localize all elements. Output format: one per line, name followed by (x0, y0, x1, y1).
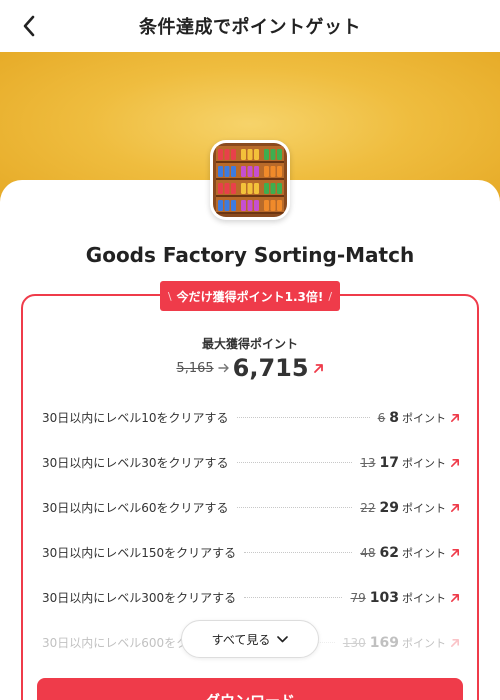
page-title: 条件達成でポイントゲット (139, 17, 361, 38)
task-row: 30日以内にレベル30をクリアする 13 17 ポイント (42, 440, 460, 485)
dotted-leader (236, 462, 353, 463)
task-label: 30日以内にレベル300をクリアする (42, 591, 237, 605)
task-points-unit: ポイント (402, 501, 446, 515)
dotted-leader (236, 507, 353, 508)
task-new-points: 8 (389, 409, 399, 426)
task-new-points: 103 (369, 589, 399, 606)
task-label: 30日以内にレベル30をクリアする (42, 456, 229, 470)
promo-badge: \ 今だけ獲得ポイント1.3倍! / (160, 281, 340, 311)
task-old-points: 48 (360, 545, 376, 560)
task-new-points: 169 (369, 634, 399, 651)
task-row: 30日以内にレベル10をクリアする 6 8 ポイント (42, 395, 460, 440)
header-bar: 条件達成でポイントゲット (0, 0, 500, 52)
task-new-points: 62 (379, 544, 399, 561)
goods-factory-app-icon (210, 140, 290, 220)
arrow-up-right-icon (313, 363, 324, 374)
arrow-up-right-icon (450, 593, 460, 603)
task-old-points: 22 (360, 500, 376, 515)
task-old-points: 79 (350, 590, 366, 605)
task-points-unit: ポイント (402, 456, 446, 470)
promo-deco-right: / (328, 289, 333, 303)
max-points-label: 最大獲得ポイント (201, 337, 298, 351)
arrow-up-right-icon (450, 413, 460, 423)
dotted-leader (244, 552, 353, 553)
task-old-points: 6 (377, 410, 386, 425)
download-label: ダウンロード (205, 690, 295, 700)
see-all-label: すべて見る (211, 632, 271, 647)
download-button[interactable]: ダウンロード (37, 678, 463, 700)
task-old-points: 13 (360, 455, 376, 470)
promo-deco-left: \ (167, 289, 172, 303)
dotted-leader (244, 597, 343, 598)
task-points-unit: ポイント (402, 546, 446, 560)
app-name: Goods Factory Sorting-Match (85, 243, 415, 267)
task-new-points: 17 (379, 454, 399, 471)
task-row: 30日以内にレベル60をクリアする 22 29 ポイント (42, 485, 460, 530)
arrow-up-right-icon (450, 638, 460, 648)
max-points-new: 6,715 (232, 354, 309, 382)
arrow-up-right-icon (450, 503, 460, 513)
max-points-row: 5,165 6,715 (0, 353, 500, 383)
arrow-right-icon (217, 362, 230, 374)
task-label: 30日以内にレベル150をクリアする (42, 546, 237, 560)
task-label: 30日以内にレベル10をクリアする (42, 411, 229, 425)
arrow-up-right-icon (450, 458, 460, 468)
arrow-up-right-icon (450, 548, 460, 558)
promo-text: 今だけ獲得ポイント1.3倍! (176, 289, 324, 304)
task-points-unit: ポイント (402, 591, 446, 605)
back-button[interactable] (14, 12, 44, 40)
dotted-leader (236, 417, 370, 418)
task-label: 30日以内にレベル60をクリアする (42, 501, 229, 515)
chevron-left-icon (23, 15, 35, 37)
task-points-unit: ポイント (402, 411, 446, 425)
task-points-unit: ポイント (402, 636, 446, 650)
task-row: 30日以内にレベル300をクリアする 79 103 ポイント (42, 575, 460, 620)
max-points-old: 5,165 (176, 360, 214, 376)
task-row: 30日以内にレベル150をクリアする 48 62 ポイント (42, 530, 460, 575)
chevron-down-icon (277, 635, 289, 643)
see-all-button[interactable]: すべて見る (181, 620, 319, 658)
task-new-points: 29 (379, 499, 399, 516)
task-old-points: 130 (342, 635, 366, 650)
